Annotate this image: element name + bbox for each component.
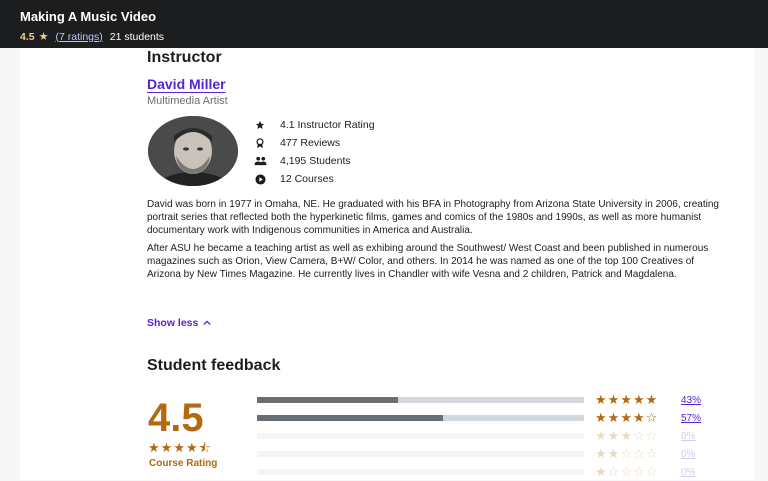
stat-rating-label: 4.1 Instructor Rating: [280, 119, 375, 131]
stat-reviews-label: 477 Reviews: [280, 137, 341, 149]
star-icon: ★: [607, 428, 621, 443]
star-half-icon: ⯪: [198, 440, 212, 455]
show-less-button[interactable]: Show less: [147, 317, 212, 329]
star-outline-icon: ☆: [645, 428, 659, 443]
star-icon: ★: [607, 446, 621, 461]
star-icon: ★: [632, 410, 646, 425]
star-icon: ★: [607, 392, 621, 407]
bio-paragraph: After ASU he became a teaching artist as…: [147, 243, 709, 280]
rating-bar-track: [257, 469, 584, 475]
star-icon: ★: [173, 440, 186, 455]
star-icon: ★: [595, 464, 608, 479]
rating-row-percent[interactable]: 0%: [681, 445, 695, 463]
bio-paragraph: David was born in 1977 in Omaha, NE. He …: [147, 199, 719, 236]
stat-courses-label: 12 Courses: [280, 173, 334, 185]
star-icon: ★: [595, 428, 608, 443]
star-outline-icon: ☆: [632, 446, 646, 461]
star-icon: ★: [595, 410, 608, 425]
students-count: 21 students: [109, 30, 165, 43]
rating-row-percent[interactable]: 57%: [681, 409, 701, 427]
course-rating-big: 4.5: [148, 396, 204, 440]
star-outline-icon: ☆: [645, 410, 659, 425]
rating-bar-track: [257, 397, 584, 403]
rating-row-percent[interactable]: 43%: [681, 391, 701, 409]
star-outline-icon: ☆: [620, 464, 633, 479]
rating-row-2[interactable]: ★ ★ ☆ ☆ ☆ 0%: [257, 445, 695, 463]
stat-reviews: 477 Reviews: [253, 134, 375, 152]
rating-breakdown: ★ ★ ★ ★ ★ 43% ★ ★ ★ ★ ☆ 57% ★ ★ ★ ☆ ☆ 0% ★ ★ ☆ ☆ ☆ 0% ★ ☆ ☆ ☆ ☆ 0%: [257, 391, 701, 481]
instructor-avatar[interactable]: [148, 116, 238, 186]
star-outline-icon: ☆: [645, 446, 659, 461]
star-icon: ★: [160, 440, 174, 455]
star-icon: ★: [620, 410, 633, 425]
star-icon: ★: [185, 440, 199, 455]
course-rating-value: 4.5: [20, 30, 35, 43]
star-icon: ★: [148, 440, 161, 455]
chevron-up-icon: [203, 318, 212, 328]
rating-bar-fill: [257, 415, 444, 421]
rating-bar-track: [257, 415, 584, 421]
feedback-heading: Student feedback: [147, 357, 281, 374]
rating-row-stars: ★ ☆ ☆ ☆ ☆: [595, 463, 658, 481]
stat-courses: 12 Courses: [253, 170, 375, 188]
star-outline-icon: ☆: [607, 464, 621, 479]
play-icon: [253, 172, 267, 186]
rating-row-5[interactable]: ★ ★ ★ ★ ★ 43%: [257, 391, 701, 409]
star-icon: ★: [620, 392, 633, 407]
instructor-name-link[interactable]: David Miller: [147, 76, 226, 92]
star-icon: ★: [607, 410, 621, 425]
rating-bar-track: [257, 451, 584, 457]
rating-row-stars: ★ ★ ★ ☆ ☆: [595, 427, 658, 445]
ratings-count-link[interactable]: (7 ratings): [55, 31, 102, 43]
stat-rating: 4.1 Instructor Rating: [253, 116, 375, 134]
star-icon: ★: [595, 446, 608, 461]
rating-row-percent[interactable]: 0%: [681, 427, 695, 445]
stat-students: 4,195 Students: [253, 152, 375, 170]
rating-bar-fill: [257, 397, 398, 403]
star-outline-icon: ☆: [645, 464, 659, 479]
star-outline-icon: ☆: [632, 428, 646, 443]
rating-row-stars: ★ ★ ★ ★ ☆: [595, 409, 658, 427]
rating-row-4[interactable]: ★ ★ ★ ★ ☆ 57%: [257, 409, 701, 427]
star-icon: ★: [645, 392, 659, 407]
instructor-heading: Instructor: [147, 49, 222, 66]
instructor-bio: David was born in 1977 in Omaha, NE. He …: [147, 198, 727, 286]
award-icon: [253, 136, 267, 150]
star-icon: [253, 118, 267, 132]
star-outline-icon: ☆: [620, 446, 633, 461]
rating-row-stars: ★ ★ ★ ★ ★: [595, 391, 658, 409]
rating-row-percent[interactable]: 0%: [681, 463, 695, 481]
instructor-stats: 4.1 Instructor Rating 477 Reviews 4,195 …: [253, 116, 375, 188]
show-less-label: Show less: [147, 317, 199, 329]
rating-row-3[interactable]: ★ ★ ★ ☆ ☆ 0%: [257, 427, 695, 445]
course-header: Making A Music Video 4.5 ★ (7 ratings) 2…: [0, 0, 768, 48]
course-meta: 4.5 ★ (7 ratings) 21 students: [20, 30, 768, 44]
rating-row-1[interactable]: ★ ☆ ☆ ☆ ☆ 0%: [257, 463, 695, 481]
instructor-job-title: Multimedia Artist: [147, 95, 228, 107]
star-icon: ★: [620, 428, 633, 443]
course-rating-label: Course Rating: [149, 458, 218, 469]
star-icon: ★: [595, 392, 608, 407]
stat-students-label: 4,195 Students: [280, 155, 351, 167]
rating-row-stars: ★ ★ ☆ ☆ ☆: [595, 445, 658, 463]
star-outline-icon: ☆: [632, 464, 646, 479]
rating-bar-track: [257, 433, 584, 439]
star-icon: ★: [38, 31, 49, 43]
star-icon: ★: [632, 392, 646, 407]
course-title: Making A Music Video: [20, 9, 157, 24]
users-icon: [253, 154, 267, 168]
